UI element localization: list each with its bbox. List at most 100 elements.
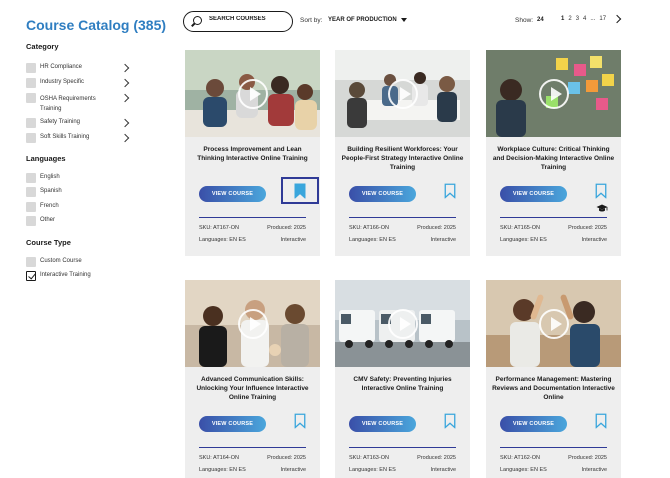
- course-languages: Languages: EN ES: [199, 237, 246, 243]
- filter-label-text: OSHA Requirements Training: [40, 96, 96, 112]
- course-thumbnail[interactable]: [486, 50, 621, 137]
- course-title[interactable]: Process Improvement and Lean Thinking In…: [191, 145, 314, 163]
- course-thumbnail[interactable]: [486, 280, 621, 367]
- bookmark-filled-icon: [294, 183, 306, 198]
- bookmark-button[interactable]: [582, 407, 620, 434]
- course-type-heading: Course Type: [26, 238, 71, 247]
- filter-interactive-training[interactable]: Interactive Training: [26, 271, 130, 285]
- chevron-right-icon[interactable]: [120, 133, 130, 143]
- course-type: Interactive: [581, 237, 607, 243]
- catalog-title: Course Catalog (385): [26, 17, 167, 33]
- checkbox[interactable]: [26, 63, 36, 73]
- play-icon[interactable]: [387, 78, 418, 109]
- course-languages: Languages: EN ES: [349, 237, 396, 243]
- divider: [199, 447, 306, 448]
- course-thumbnail[interactable]: [335, 50, 470, 137]
- filter-custom-course[interactable]: Custom Course: [26, 257, 130, 271]
- checkbox[interactable]: [26, 78, 36, 88]
- play-icon[interactable]: [387, 308, 418, 339]
- checkbox[interactable]: [26, 257, 36, 267]
- view-course-button[interactable]: VIEW COURSE: [199, 416, 266, 432]
- filter-other[interactable]: Other: [26, 216, 130, 230]
- page-17[interactable]: 17: [599, 16, 606, 22]
- checkbox[interactable]: [26, 173, 36, 183]
- view-course-button[interactable]: VIEW COURSE: [500, 186, 567, 202]
- bookmark-icon: [595, 413, 607, 428]
- show-label: Show:: [515, 17, 534, 24]
- filter-safety-training[interactable]: Safety Training: [26, 118, 130, 132]
- chevron-right-icon[interactable]: [612, 14, 622, 24]
- filter-label: Custom Course: [40, 258, 82, 264]
- filter-industry-specific[interactable]: Industry Specific: [26, 78, 130, 92]
- play-icon[interactable]: [237, 78, 268, 109]
- course-title[interactable]: Performance Management: Mastering Review…: [492, 375, 615, 402]
- bookmark-button[interactable]: [582, 177, 620, 204]
- checkbox[interactable]: [26, 93, 36, 103]
- checkbox[interactable]: [26, 216, 36, 226]
- filter-spanish[interactable]: Spanish: [26, 187, 130, 201]
- sort-label: Sort by:: [300, 17, 323, 24]
- page-2[interactable]: 2: [568, 16, 571, 22]
- page-3[interactable]: 3: [576, 16, 579, 22]
- filter-soft-skills[interactable]: Soft Skills Training: [26, 133, 130, 147]
- play-icon[interactable]: [538, 308, 569, 339]
- course-produced: Produced: 2025: [568, 225, 607, 231]
- divider: [199, 217, 306, 218]
- page-4[interactable]: 4: [583, 16, 586, 22]
- filter-label: Other: [40, 217, 56, 223]
- course-languages: Languages: EN ES: [199, 467, 246, 473]
- view-course-button[interactable]: VIEW COURSE: [349, 186, 416, 202]
- bookmark-button[interactable]: [431, 177, 469, 204]
- course-sku: SKU: AT167-ON: [199, 225, 239, 231]
- filter-label: OSHA Requirements Training: [40, 94, 114, 114]
- course-produced: Produced: 2025: [417, 455, 456, 461]
- sort-select[interactable]: YEAR OF PRODUCTION: [328, 17, 397, 23]
- view-course-button[interactable]: VIEW COURSE: [500, 416, 567, 432]
- play-icon[interactable]: [237, 308, 268, 339]
- course-sku: SKU: AT162-ON: [500, 455, 540, 461]
- bookmark-button[interactable]: [281, 177, 319, 204]
- filter-label: Safety Training: [40, 119, 81, 125]
- course-produced: Produced: 2025: [417, 225, 456, 231]
- course-card: Advanced Communication Skills: Unlocking…: [185, 280, 320, 478]
- page-1[interactable]: 1: [561, 16, 564, 22]
- show-count-select[interactable]: 24: [537, 17, 544, 23]
- checkbox[interactable]: [26, 118, 36, 128]
- bookmark-icon: [444, 413, 456, 428]
- chevron-right-icon[interactable]: [120, 63, 130, 73]
- checkbox[interactable]: [26, 187, 36, 197]
- course-thumbnail[interactable]: [335, 280, 470, 367]
- course-card: Performance Management: Mastering Review…: [486, 280, 621, 478]
- course-thumbnail[interactable]: [185, 50, 320, 137]
- filter-osha-requirements[interactable]: OSHA Requirements Training: [26, 93, 130, 113]
- bookmark-button[interactable]: [281, 407, 319, 434]
- bookmark-icon: [294, 413, 306, 428]
- view-course-button[interactable]: VIEW COURSE: [199, 186, 266, 202]
- caret-down-icon[interactable]: [401, 18, 407, 22]
- course-title[interactable]: Workplace Culture: Critical Thinking and…: [492, 145, 615, 172]
- search-box[interactable]: [183, 11, 293, 32]
- course-title[interactable]: Building Resilient Workforces: Your Peop…: [341, 145, 464, 172]
- checkbox[interactable]: [26, 133, 36, 143]
- play-icon[interactable]: [538, 78, 569, 109]
- checkbox[interactable]: [26, 202, 36, 212]
- chevron-right-icon[interactable]: [120, 78, 130, 88]
- view-course-button[interactable]: VIEW COURSE: [349, 416, 416, 432]
- chevron-right-icon[interactable]: [120, 118, 130, 128]
- filter-hr-compliance[interactable]: HR Compliance: [26, 63, 130, 77]
- divider: [349, 447, 456, 448]
- bookmark-button[interactable]: [431, 407, 469, 434]
- filter-french[interactable]: French: [26, 202, 130, 216]
- filter-label: Spanish: [40, 188, 62, 194]
- course-languages: Languages: EN ES: [349, 467, 396, 473]
- chevron-right-icon[interactable]: [120, 93, 130, 103]
- search-input[interactable]: [209, 16, 287, 22]
- pagination: 1 2 3 4 ... 17: [561, 16, 606, 22]
- filter-english[interactable]: English: [26, 173, 130, 187]
- course-title[interactable]: Advanced Communication Skills: Unlocking…: [191, 375, 314, 402]
- course-title[interactable]: CMV Safety: Preventing Injuries Interact…: [341, 375, 464, 393]
- course-thumbnail[interactable]: [185, 280, 320, 367]
- filter-label: Soft Skills Training: [40, 134, 90, 140]
- bookmark-icon: [595, 183, 607, 198]
- checkbox-checked[interactable]: [26, 271, 36, 281]
